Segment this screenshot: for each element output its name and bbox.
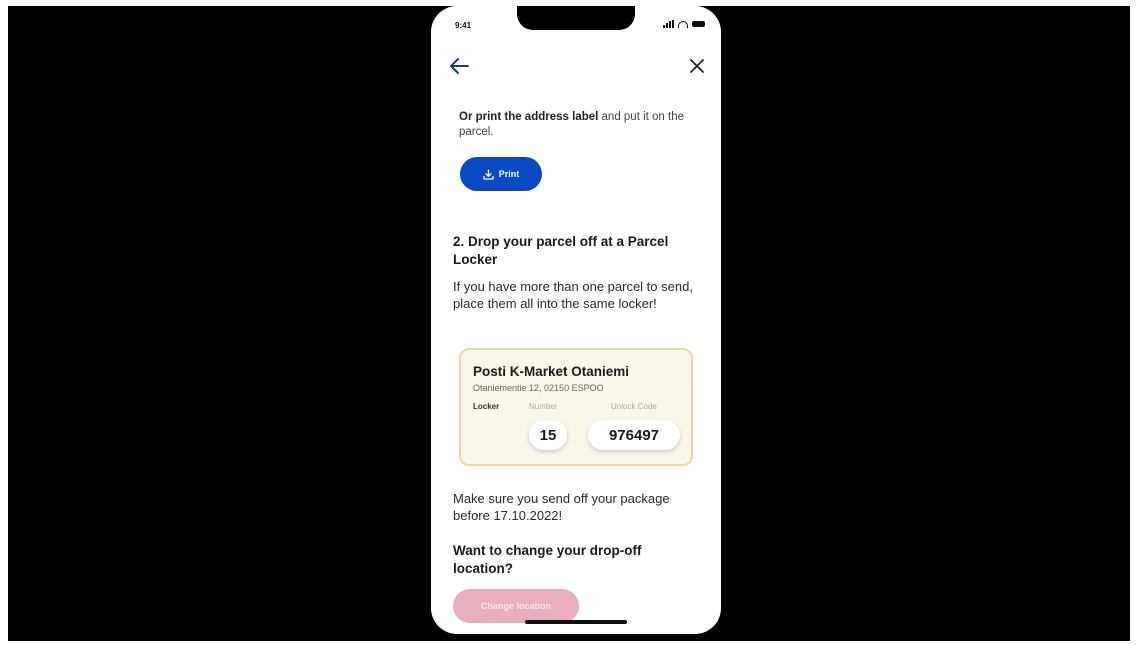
locker-number: 15 [529,420,567,450]
change-location-heading: Want to change your drop-off location? [453,543,642,576]
close-icon [690,59,704,73]
locker-label: Locker [473,402,500,411]
print-button[interactable]: Print [460,157,542,191]
arrow-left-icon [450,58,469,74]
close-button[interactable] [685,54,709,78]
status-time: 9:41 [455,21,472,30]
download-icon [483,168,494,180]
locker-location-name: Posti K-Market Otaniemi [473,364,630,379]
print-instruction: Or print the address label and put it on… [459,110,699,140]
unlock-code: 976497 [588,420,680,450]
status-icons [663,20,705,28]
locker-card: Posti K-Market Otaniemi Otaniementie 12,… [459,348,693,466]
deadline-text: Make sure you send off your package befo… [453,491,670,523]
locker-address: Otaniementie 12, 02150 ESPOO [473,383,604,393]
print-instruction-bold: Or print the address label [459,111,599,123]
home-indicator [525,620,627,624]
change-location-button[interactable]: Change location [453,589,579,623]
wifi-icon [678,20,688,28]
print-button-label: Print [498,169,520,179]
signal-icon [663,20,674,28]
step-2-heading: 2. Drop your parcel off at a Parcel Lock… [453,234,669,267]
phone-screen: 9:41 Or print the address label and put … [431,6,721,634]
phone-notch [517,6,635,30]
step-2-description: If you have more than one parcel to send… [453,279,693,311]
locker-number-label: Number [529,402,558,411]
back-button[interactable] [447,54,471,78]
battery-icon [692,21,705,27]
unlock-code-label: Unlock Code [611,402,657,411]
video-frame: 9:41 Or print the address label and put … [8,6,1130,641]
